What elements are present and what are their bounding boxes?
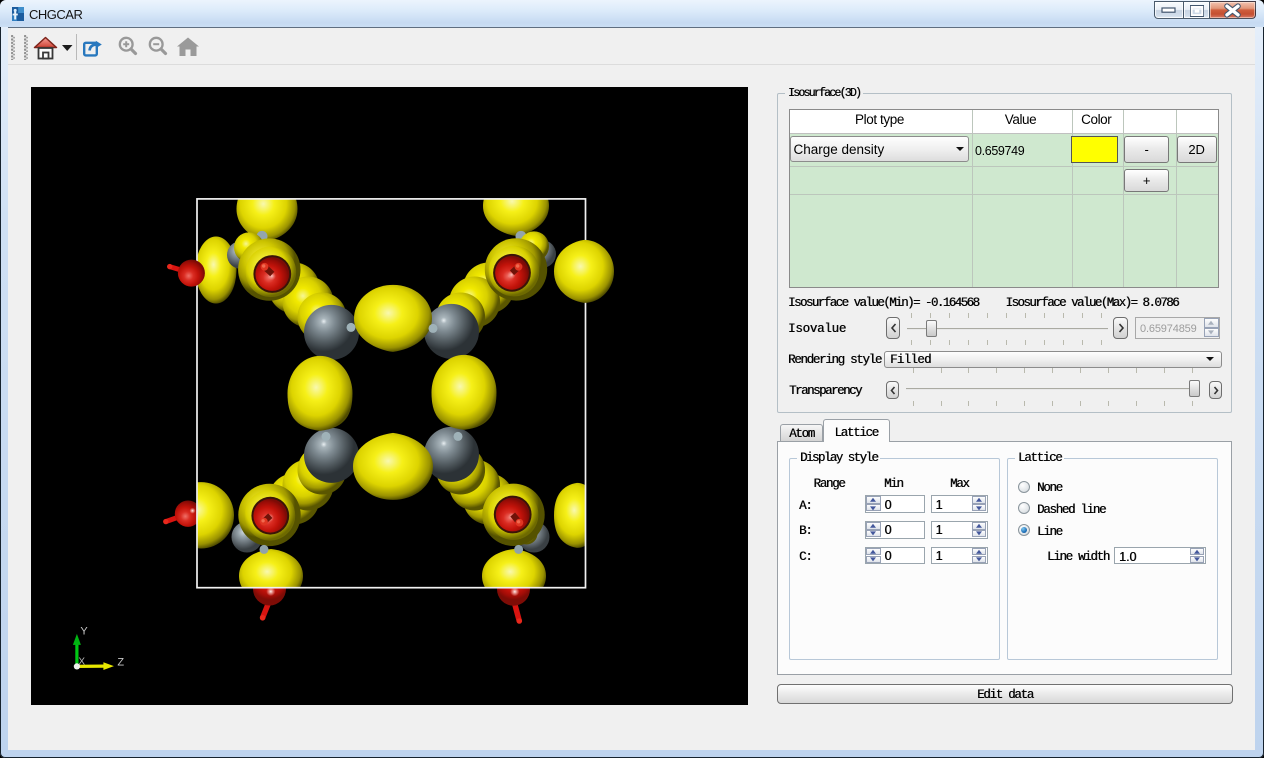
svg-text:Y: Y: [80, 625, 88, 637]
svg-text:Z: Z: [117, 656, 124, 668]
